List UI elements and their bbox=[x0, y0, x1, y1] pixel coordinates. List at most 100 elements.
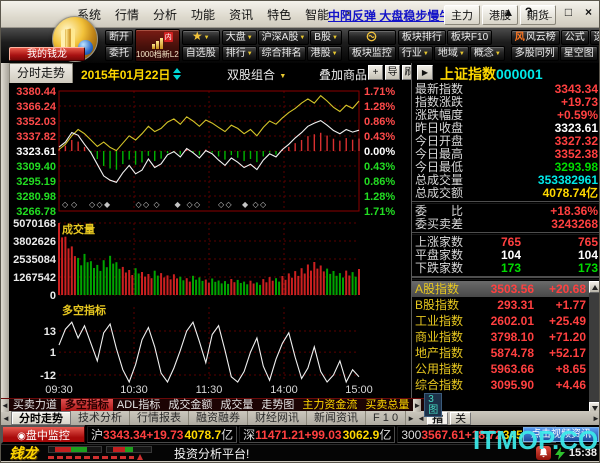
close-icon[interactable]: × bbox=[582, 5, 595, 19]
market-button-2[interactable]: B股▼ bbox=[310, 30, 342, 45]
svg-text:多空指标: 多空指标 bbox=[62, 303, 106, 317]
help-icon[interactable]: ? bbox=[522, 5, 535, 19]
sector-button-0[interactable]: 板块排行 bbox=[398, 30, 446, 45]
rank-button-0[interactable]: 排行▼ bbox=[222, 46, 257, 61]
page-tab-1[interactable]: 技术分析 bbox=[71, 411, 130, 425]
dash-meter bbox=[48, 456, 134, 459]
export-button[interactable]: 导 bbox=[385, 65, 400, 80]
page-tab-5[interactable]: 新闻资讯 bbox=[307, 411, 366, 425]
sector-monitor-icon-button[interactable] bbox=[348, 30, 396, 45]
date-control[interactable]: 2015年01月22日 bbox=[81, 66, 181, 83]
page-tab-3[interactable]: 融资融券 bbox=[189, 411, 248, 425]
scroll-left-icon[interactable]: ◄ bbox=[1, 399, 9, 412]
alert-bell-icon[interactable] bbox=[536, 446, 551, 460]
tool-button-0[interactable]: 风风云榜 bbox=[511, 30, 560, 45]
watchlist-button[interactable]: 自选股 bbox=[182, 46, 220, 61]
menu-item-5[interactable]: 特色 bbox=[267, 6, 291, 23]
market-button-1[interactable]: 沪深A股▼ bbox=[258, 30, 310, 45]
layout-3chart-button[interactable]: 3图 bbox=[424, 393, 442, 417]
indicator-tab-5[interactable]: 走势图 bbox=[257, 399, 298, 411]
indicator-tab-3[interactable]: 成交金额 bbox=[164, 399, 216, 411]
index-list-scrollbar[interactable] bbox=[589, 281, 600, 411]
menu-item-2[interactable]: 分析 bbox=[153, 6, 177, 23]
indicator-tab-0[interactable]: 买卖力道 bbox=[9, 399, 61, 411]
market-tab-0[interactable]: 主力 bbox=[444, 5, 480, 25]
spinner-icon[interactable] bbox=[173, 68, 181, 80]
index-list-item[interactable]: 地产指数5874.78+52.17 bbox=[412, 345, 589, 361]
chevron-down-icon: ▼ bbox=[247, 51, 253, 57]
index-list-item[interactable]: A股指数3503.56+20.68 bbox=[412, 281, 589, 297]
indicator-tab-4[interactable]: 成交量 bbox=[216, 399, 257, 411]
indicator-tab-1[interactable]: 多空指标 bbox=[61, 399, 113, 411]
index-value: 293.31 bbox=[459, 297, 534, 313]
svg-text:3366.24: 3366.24 bbox=[16, 101, 57, 113]
sector-filter-button-2[interactable]: 概念▼ bbox=[470, 46, 505, 61]
view-button-1[interactable]: 星空图 bbox=[560, 46, 598, 61]
menu-item-3[interactable]: 功能 bbox=[191, 6, 215, 23]
svg-text:1.71%: 1.71% bbox=[364, 206, 395, 217]
svg-text:3280.98: 3280.98 bbox=[16, 191, 56, 203]
index-list-item[interactable]: 工业指数2602.01+25.49 bbox=[412, 313, 589, 329]
my-qianlong-button[interactable]: 我的钱龙 bbox=[9, 47, 85, 61]
sector-button-1[interactable]: 板块F10 bbox=[447, 30, 492, 45]
quote-label: 委买卖差 bbox=[415, 218, 463, 231]
market-value: 3343.34+19.73 bbox=[103, 427, 183, 443]
menu-item-1[interactable]: 行情 bbox=[115, 6, 139, 23]
move-cross-icon[interactable]: + bbox=[368, 65, 383, 80]
tool-button-2[interactable]: 选股 bbox=[590, 30, 600, 45]
page-tab-2[interactable]: 行情报表 bbox=[130, 411, 189, 425]
rank-button-1[interactable]: 综合排名 bbox=[258, 46, 306, 61]
page-tab-6[interactable]: F 1 0 bbox=[366, 411, 406, 425]
scroll-down-icon[interactable] bbox=[589, 402, 600, 411]
scroll-right-icon[interactable]: ► bbox=[413, 399, 421, 412]
amount-unit: 亿 bbox=[379, 427, 391, 443]
market-button-0[interactable]: 大盘▼ bbox=[222, 30, 257, 45]
panel-scroll-right-icon[interactable]: ► bbox=[591, 414, 600, 423]
index-list-item[interactable]: 综合指数3095.90+4.46 bbox=[412, 377, 589, 393]
minimize-icon[interactable]: _ bbox=[542, 5, 555, 19]
menu-item-4[interactable]: 资讯 bbox=[229, 6, 253, 23]
index-list-item[interactable]: 公用指数5963.66+8.65 bbox=[412, 361, 589, 377]
expand-panel-button[interactable]: ▶ bbox=[417, 65, 433, 80]
maximize-icon[interactable]: □ bbox=[562, 5, 575, 19]
page-tab-0[interactable]: 分时走势 bbox=[11, 411, 71, 425]
panel-tab-1[interactable]: 关 bbox=[450, 412, 471, 425]
sector-filter-button-1[interactable]: 地域▼ bbox=[434, 46, 469, 61]
sector-monitor-button[interactable]: 板块监控 bbox=[348, 46, 396, 61]
quote-label: 下跌家数 bbox=[415, 262, 463, 275]
level2-button[interactable]: 内 1000档新L2 bbox=[135, 29, 180, 62]
indicator-tab-6[interactable]: 主力资金流 bbox=[298, 399, 361, 411]
sector-filter-button-0[interactable]: 行业▼ bbox=[398, 46, 433, 61]
indicator-tab-2[interactable]: ADL指标 bbox=[113, 399, 164, 411]
svg-text:◇: ◇ bbox=[154, 200, 161, 209]
view-tab-intraday[interactable]: 分时走势 bbox=[9, 63, 73, 83]
quote-row: 总成交额4078.74亿 bbox=[412, 187, 600, 200]
entrust-button[interactable]: 委托 bbox=[105, 46, 133, 61]
dual-stock-combo[interactable]: 双股组合 ▼ bbox=[227, 66, 286, 83]
view-button-0[interactable]: 多股同列 bbox=[511, 46, 559, 61]
monitor-icon: ◉ bbox=[17, 431, 26, 442]
menu-item-6[interactable]: 智能 bbox=[305, 6, 329, 23]
scroll-up-icon[interactable] bbox=[589, 281, 600, 293]
indicator-tab-7[interactable]: 买卖总量 bbox=[361, 399, 413, 411]
amount-unit: 亿 bbox=[221, 427, 233, 443]
index-list-item[interactable]: B股指数293.31+1.77 bbox=[412, 297, 589, 313]
watchlist-star-button[interactable]: ★▼ bbox=[182, 30, 220, 45]
scroll-left-icon[interactable]: ◄ bbox=[1, 414, 11, 423]
intraday-monitor-button[interactable]: ◉盘中监控 bbox=[1, 425, 85, 444]
disconnect-button[interactable]: 断开 bbox=[105, 30, 133, 45]
index-value: 5874.78 bbox=[463, 345, 534, 361]
rank-button-2[interactable]: 港股▼ bbox=[307, 46, 342, 61]
time-tick-1: 10:30 bbox=[120, 384, 148, 396]
market-code: 深 bbox=[243, 427, 255, 443]
svg-text:◆: ◆ bbox=[242, 200, 249, 209]
rollup-icon[interactable]: ▲ bbox=[502, 5, 515, 19]
page-tab-4[interactable]: 财经网讯 bbox=[248, 411, 307, 425]
pen-icon[interactable] bbox=[555, 447, 565, 460]
quote-value: 4078.74亿 bbox=[463, 187, 598, 200]
tool-button-1[interactable]: 公式 bbox=[561, 30, 589, 45]
video-news-button[interactable]: 点击视频资讯 bbox=[523, 427, 599, 442]
scroll-right-icon[interactable]: ► bbox=[406, 414, 416, 423]
svg-text:◇: ◇ bbox=[97, 200, 104, 209]
index-list-item[interactable]: 商业指数3798.10+71.20 bbox=[412, 329, 589, 345]
